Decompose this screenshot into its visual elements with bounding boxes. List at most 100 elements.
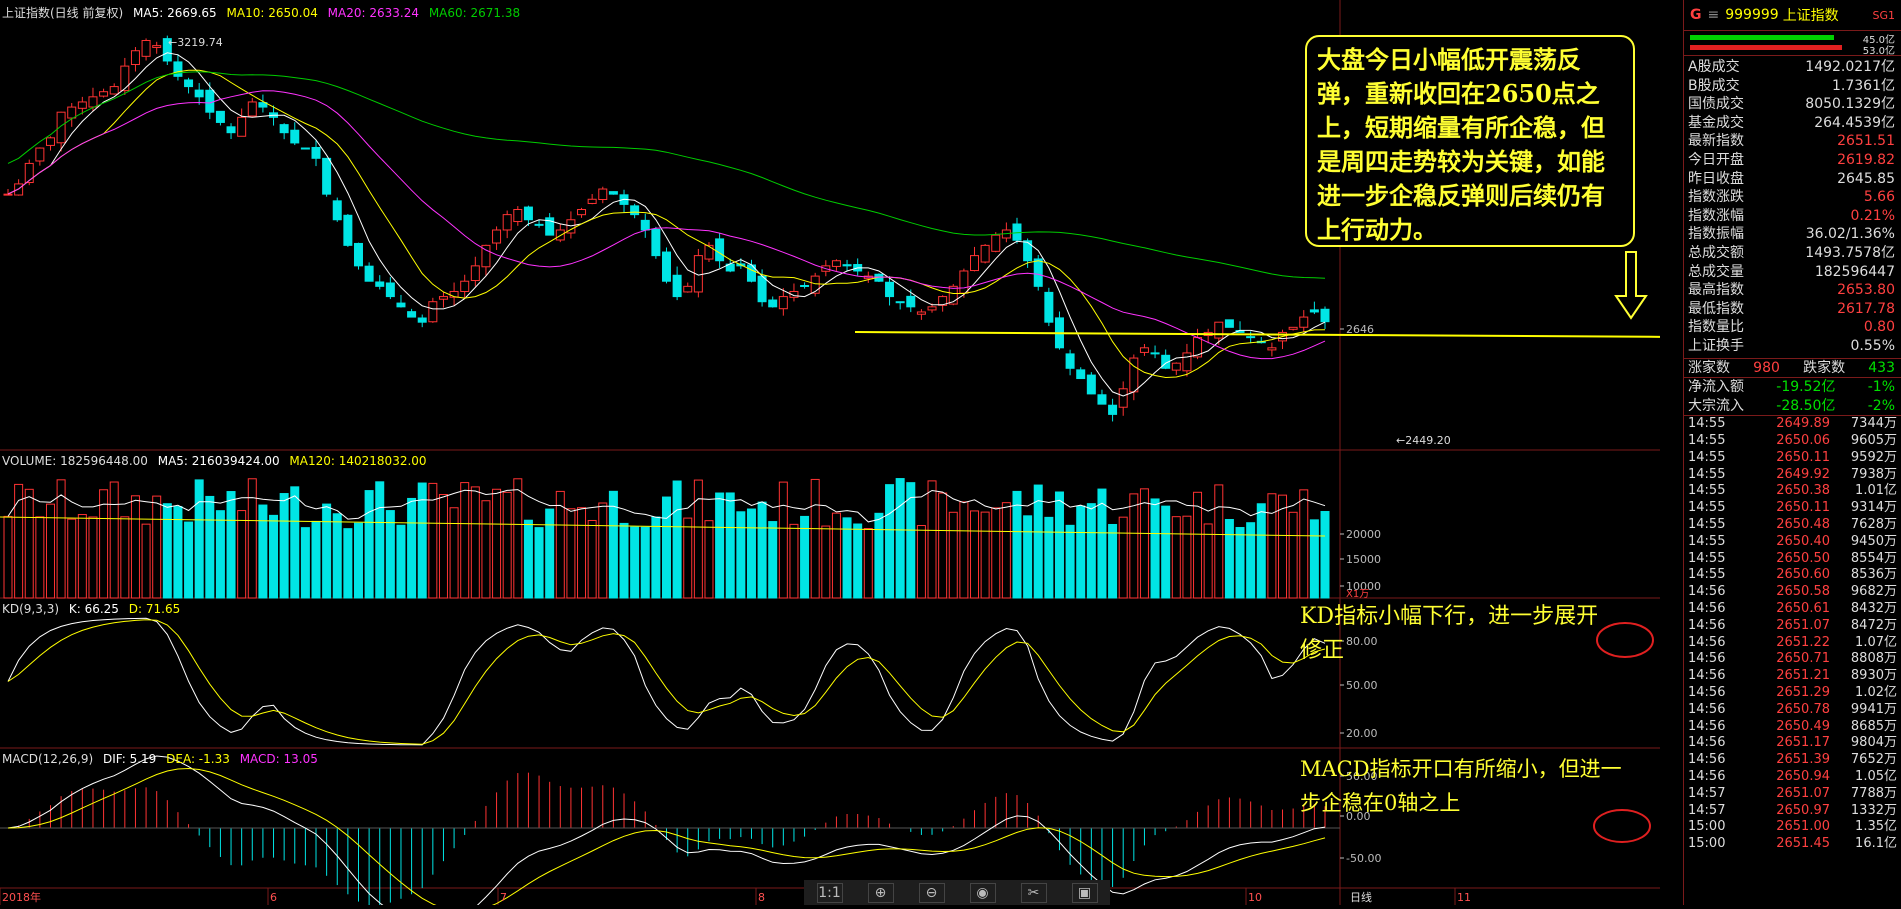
tick-volume: 8930万	[1850, 668, 1897, 684]
volume-bar	[534, 527, 544, 599]
view-button[interactable]: ◉	[969, 882, 996, 903]
tick-time: 15:00	[1688, 836, 1726, 852]
tick-row: 14:56 2650.94 1.05亿	[1684, 769, 1901, 786]
zoom-out-button[interactable]: ⊖	[918, 882, 945, 903]
quote-row-label: 总成交量	[1688, 263, 1744, 280]
volume-bar	[396, 524, 406, 599]
tick-volume: 8685万	[1850, 718, 1897, 734]
candle-body	[662, 251, 671, 282]
crop-button[interactable]: ✂	[1020, 882, 1047, 903]
quote-row: B股成交 1.7361亿	[1684, 77, 1901, 96]
tick-price: 2651.07	[1776, 785, 1830, 801]
flow-row-value: -19.52亿	[1776, 379, 1836, 396]
volume-bar	[1203, 523, 1213, 599]
tick-row: 14:56 2650.58 9682万	[1684, 584, 1901, 601]
tick-time: 14:56	[1688, 584, 1726, 600]
macd-label: MACD(12,26,9)	[2, 752, 94, 766]
quote-row: 昨日收盘 2645.85	[1684, 170, 1901, 189]
candle-body	[502, 214, 512, 231]
quote-row: A股成交 1492.0217亿	[1684, 58, 1901, 77]
volume-bar	[226, 491, 236, 599]
candle-body	[587, 198, 597, 204]
quote-row-value: 0.80	[1863, 319, 1895, 336]
candle-body	[99, 91, 109, 97]
quote-row-value: 2653.80	[1837, 282, 1895, 299]
volume-bar	[1108, 523, 1118, 599]
tick-row: 14:55 2650.11 9314万	[1684, 500, 1901, 517]
candle-body	[322, 157, 332, 195]
flow-row-pct: -1%	[1867, 379, 1895, 396]
tick-time: 14:57	[1688, 802, 1726, 818]
candle-body	[1097, 394, 1107, 405]
volume-bar	[895, 478, 905, 599]
down-count: 433	[1868, 359, 1895, 376]
volume-layer	[0, 478, 1330, 599]
zoom-in-button[interactable]: ⊕	[867, 882, 894, 903]
volume-bar	[959, 501, 969, 599]
kd-d-label: D: 71.65	[128, 602, 181, 616]
menu-icon[interactable]: ≡	[1708, 7, 1720, 23]
candle-body	[417, 317, 427, 323]
quote-row-value: 2617.78	[1837, 300, 1895, 317]
quote-row: 指数涨幅 0.21%	[1684, 207, 1901, 226]
volume-bar	[1054, 491, 1064, 599]
candle-body	[1288, 326, 1298, 330]
candle-body	[906, 295, 916, 308]
volume-bar	[460, 482, 470, 599]
candle-body	[598, 188, 608, 201]
volume-bar	[1288, 511, 1298, 599]
tick-price: 2650.40	[1776, 533, 1830, 549]
volume-bar	[237, 510, 247, 599]
tick-list[interactable]: 14:55 2649.89 7344万 14:55 2650.06 9605万 14:55 2…	[1684, 416, 1901, 853]
quote-row-value: 1492.0217亿	[1805, 59, 1895, 75]
candle-body	[885, 281, 895, 298]
volume-bar	[810, 478, 820, 599]
tick-time: 14:56	[1688, 701, 1726, 717]
volume-bar	[1129, 493, 1139, 599]
volume-unit: X1万	[1346, 589, 1369, 600]
quote-tag: SG1	[1872, 8, 1895, 22]
volume-bar	[630, 526, 640, 599]
tick-time: 14:56	[1688, 668, 1726, 684]
candle-body	[757, 275, 767, 303]
tick-price: 2650.94	[1776, 769, 1830, 785]
tick-time: 14:56	[1688, 718, 1726, 734]
x-label-0: 2018年	[2, 890, 41, 904]
tick-price: 2650.61	[1776, 601, 1830, 617]
tick-row: 14:56 2651.17 9804万	[1684, 735, 1901, 752]
volume-bar	[290, 486, 300, 599]
turnover-bar-bottom	[1690, 45, 1842, 50]
quote-row-value: 1493.7578亿	[1805, 244, 1895, 261]
volume-bar	[1182, 515, 1192, 599]
candle-body	[45, 137, 55, 146]
volume-bar	[141, 523, 151, 599]
tick-time: 14:57	[1688, 785, 1726, 801]
volume-bar	[577, 507, 587, 599]
volume-bar	[1320, 511, 1330, 599]
candle-body	[1139, 347, 1149, 353]
tick-price: 2650.06	[1776, 433, 1830, 449]
save-button[interactable]: ▣	[1071, 882, 1098, 903]
down-count-label: 跌家数	[1803, 359, 1846, 376]
quote-row-label: 国债成交	[1688, 96, 1744, 113]
tick-price: 2649.92	[1776, 466, 1830, 482]
quote-row-value: 0.55%	[1850, 337, 1895, 354]
volume-bar	[1193, 491, 1203, 599]
tick-volume: 1332万	[1850, 802, 1897, 818]
candle-body	[1320, 308, 1330, 323]
ratio-1-1-button[interactable]: 1:1	[816, 882, 843, 903]
candle-body	[831, 260, 841, 267]
volume-bar	[194, 479, 204, 599]
quote-row-label: 指数涨幅	[1688, 207, 1744, 224]
quote-row-label: A股成交	[1688, 59, 1740, 75]
volume-bar	[99, 489, 109, 599]
tick-row: 14:55 2650.11 9592万	[1684, 450, 1901, 467]
tick-time: 14:55	[1688, 500, 1726, 516]
flow-row: 净流入额 -19.52亿 -1%	[1684, 378, 1901, 397]
volume-bar	[184, 521, 194, 599]
tick-volume: 7628万	[1850, 517, 1897, 533]
tick-volume: 8432万	[1850, 601, 1897, 617]
tick-row: 14:56 2650.78 9941万	[1684, 702, 1901, 719]
volume-bar	[3, 515, 13, 599]
quote-row-label: 最高指数	[1688, 282, 1744, 299]
